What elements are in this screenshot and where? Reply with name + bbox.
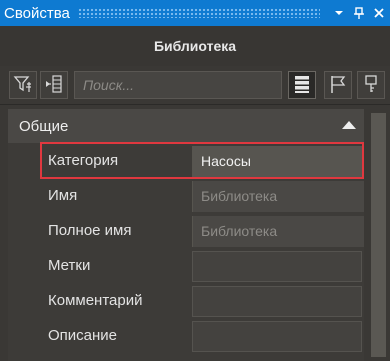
property-row-name[interactable]: Имя Библиотека (8, 178, 364, 213)
flag-button[interactable] (324, 71, 352, 99)
property-label: Категория (48, 152, 119, 169)
tags-input[interactable] (192, 251, 362, 282)
toolbar (0, 66, 390, 104)
comment-input[interactable] (192, 286, 362, 317)
property-value-field[interactable] (192, 286, 364, 317)
section-general[interactable]: Общие (8, 109, 364, 143)
filter-button[interactable] (9, 71, 37, 99)
dropdown-icon[interactable] (330, 0, 348, 26)
property-row-category[interactable]: Категория Насосы (8, 143, 364, 178)
collapse-all-button[interactable] (40, 71, 68, 99)
property-row-comment[interactable]: Комментарий (8, 283, 364, 318)
property-row-full-name[interactable]: Полное имя Библиотека (8, 213, 364, 248)
property-value-field[interactable] (192, 251, 364, 282)
property-row-tags[interactable]: Метки (8, 248, 364, 283)
pin-icon[interactable] (350, 0, 368, 26)
scrollbar-thumb[interactable] (371, 113, 386, 357)
collapse-all-icon (44, 74, 64, 97)
drag-grip[interactable] (77, 8, 320, 18)
property-value: Библиотека (192, 216, 364, 247)
property-value[interactable]: Насосы (192, 146, 364, 177)
property-label: Метки (48, 257, 91, 274)
panel-header: Библиотека (0, 26, 390, 66)
list-view-icon (293, 74, 311, 97)
flag-icon (329, 74, 347, 97)
scrollbar[interactable] (366, 109, 390, 361)
property-label: Описание (48, 327, 118, 344)
search-input[interactable] (74, 71, 282, 99)
key-button[interactable] (357, 71, 385, 99)
key-icon (362, 74, 380, 97)
property-label: Имя (48, 187, 78, 204)
property-value: Библиотека (192, 181, 364, 212)
property-grid: Общие Категория Насосы Имя Библиотека По… (8, 109, 364, 361)
section-title: Общие (19, 117, 69, 135)
close-icon[interactable] (370, 0, 388, 26)
window-titlebar: Свойства (0, 0, 390, 26)
chevron-up-icon[interactable] (342, 121, 356, 129)
window-title: Свойства (4, 4, 70, 22)
property-label: Комментарий (48, 292, 143, 309)
list-view-button[interactable] (288, 71, 316, 99)
property-row-description[interactable]: Описание (8, 318, 364, 353)
property-label: Полное имя (48, 222, 132, 239)
filter-icon (13, 74, 33, 97)
description-input[interactable] (192, 321, 362, 352)
toolbar-separator (0, 104, 390, 105)
property-value-field[interactable] (192, 321, 364, 352)
